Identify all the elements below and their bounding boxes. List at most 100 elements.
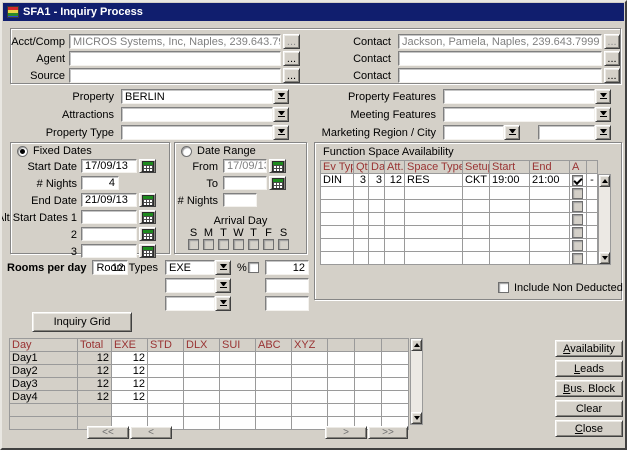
alt-start-1-calendar-button[interactable] xyxy=(139,210,156,224)
property-field[interactable]: BERLIN xyxy=(121,89,273,104)
percent-checkbox[interactable] xyxy=(248,262,259,273)
inquiry-grid-button[interactable]: Inquiry Grid xyxy=(32,312,132,332)
attractions-field[interactable] xyxy=(121,107,273,122)
include-non-deducted-checkbox[interactable] xyxy=(498,282,509,293)
from-calendar-button[interactable] xyxy=(269,159,286,173)
alt-start-3-calendar-button[interactable] xyxy=(139,244,156,258)
marketing-region-field[interactable] xyxy=(443,125,504,140)
room-type-3-dropdown-button[interactable] xyxy=(215,296,231,311)
agent-field[interactable] xyxy=(69,51,281,66)
arrival-day-checkbox-fri[interactable] xyxy=(263,239,274,250)
contact2-field[interactable] xyxy=(398,51,602,66)
day-cell[interactable]: 3 xyxy=(369,174,385,187)
start-date-calendar-button[interactable] xyxy=(139,159,156,173)
end-cell[interactable]: 21:00 xyxy=(530,174,570,187)
acct-comp-lookup-button[interactable]: ... xyxy=(283,34,300,49)
property-dropdown-button[interactable] xyxy=(273,89,289,104)
meeting-features-label: Meeting Features xyxy=(350,109,436,121)
room-count-3-field[interactable] xyxy=(265,296,309,311)
calendar-icon xyxy=(142,212,154,223)
room-type-3-field[interactable] xyxy=(165,296,215,311)
property-features-field[interactable] xyxy=(443,89,595,104)
room-type-1-field[interactable]: EXE xyxy=(165,260,215,275)
agent-lookup-button[interactable]: ... xyxy=(283,51,300,66)
pager-first-button[interactable]: << xyxy=(87,426,129,439)
room-count-2-field[interactable] xyxy=(265,278,309,293)
scroll-down-button[interactable] xyxy=(599,252,610,264)
exe-cell[interactable]: 12 xyxy=(112,352,148,365)
arrival-day-checkbox-mon[interactable] xyxy=(203,239,214,250)
meeting-features-field[interactable] xyxy=(443,107,595,122)
start-cell[interactable]: 19:00 xyxy=(490,174,530,187)
property-type-field[interactable] xyxy=(121,125,273,140)
alt-start-3-field[interactable] xyxy=(81,244,137,258)
to-field[interactable] xyxy=(223,176,267,190)
alt-start-1-field[interactable] xyxy=(81,210,137,224)
room-type-2-dropdown-button[interactable] xyxy=(215,278,231,293)
scroll-down-button[interactable] xyxy=(411,412,422,424)
ev-type-cell[interactable]: DIN xyxy=(321,174,354,187)
contact1-field[interactable]: Jackson, Pamela, Naples, 239.643.7999 xyxy=(398,34,602,49)
alt-start-2-calendar-button[interactable] xyxy=(139,227,156,241)
deduct-checkbox xyxy=(572,214,583,225)
pager-prev-button[interactable]: < xyxy=(130,426,172,439)
exe-cell[interactable]: 12 xyxy=(112,378,148,391)
marketing-city-dropdown-button[interactable] xyxy=(595,125,611,140)
source-lookup-button[interactable]: ... xyxy=(283,68,300,83)
marketing-region-dropdown-button[interactable] xyxy=(504,125,520,140)
alt-start-2-field[interactable] xyxy=(81,227,137,241)
availability-button[interactable]: Availability xyxy=(555,340,623,357)
range-nights-field[interactable] xyxy=(223,193,257,207)
bus-block-button[interactable]: Bus. Block xyxy=(555,380,623,397)
contact1-lookup-button[interactable]: ... xyxy=(604,34,620,49)
title-bar[interactable]: SFA1 - Inquiry Process xyxy=(3,3,624,21)
fixed-dates-title: Fixed Dates xyxy=(33,145,92,157)
arrival-day-checkbox-sun[interactable] xyxy=(188,239,199,250)
deduct-checkbox[interactable] xyxy=(572,175,583,186)
exe-cell[interactable]: 12 xyxy=(112,365,148,378)
clear-button[interactable]: Clear xyxy=(555,400,623,417)
pager-last-button[interactable]: >> xyxy=(368,426,408,439)
date-range-title: Date Range xyxy=(197,145,256,157)
start-date-field[interactable]: 17/09/13 xyxy=(81,159,137,173)
scroll-up-button[interactable] xyxy=(411,339,422,351)
meeting-features-dropdown-button[interactable] xyxy=(595,107,611,122)
function-space-scrollbar[interactable] xyxy=(598,174,611,265)
arrival-day-checkbox-tue[interactable] xyxy=(218,239,229,250)
scroll-up-button[interactable] xyxy=(599,175,610,187)
property-features-dropdown-button[interactable] xyxy=(595,89,611,104)
end-date-field[interactable]: 21/09/13 xyxy=(81,193,137,207)
space-type-cell[interactable]: RES xyxy=(405,174,463,187)
source-field[interactable] xyxy=(69,68,281,83)
property-type-dropdown-button[interactable] xyxy=(273,125,289,140)
att-cell[interactable]: 12 xyxy=(385,174,405,187)
inquiry-grid-scrollbar[interactable] xyxy=(410,338,423,425)
setup-cell[interactable]: CKT xyxy=(463,174,490,187)
arrival-day-checkbox-thu[interactable] xyxy=(248,239,259,250)
room-count-1-field[interactable]: 12 xyxy=(265,260,309,275)
pager-next-button[interactable]: > xyxy=(325,426,367,439)
contact3-lookup-button[interactable]: ... xyxy=(604,68,620,83)
attractions-dropdown-button[interactable] xyxy=(273,107,289,122)
property-type-label: Property Type xyxy=(46,127,114,139)
exe-cell[interactable]: 12 xyxy=(112,391,148,404)
leads-button[interactable]: Leads xyxy=(555,360,623,377)
arrival-day-checkbox-sat[interactable] xyxy=(278,239,289,250)
qty-cell[interactable]: 3 xyxy=(354,174,369,187)
contact2-lookup-button[interactable]: ... xyxy=(604,51,620,66)
contact3-field[interactable] xyxy=(398,68,602,83)
acct-comp-field[interactable]: MICROS Systems, Inc, Naples, 239.643.799… xyxy=(69,34,281,49)
arrival-day-checkbox-wed[interactable] xyxy=(233,239,244,250)
close-button[interactable]: Close xyxy=(555,420,623,437)
room-type-1-dropdown-button[interactable] xyxy=(215,260,231,275)
day-cell: Day3 xyxy=(10,378,78,391)
end-date-calendar-button[interactable] xyxy=(139,193,156,207)
arrival-day-title: Arrival Day xyxy=(175,215,306,227)
nights-field[interactable]: 4 xyxy=(81,176,119,190)
marketing-city-field[interactable] xyxy=(538,125,595,140)
room-type-2-field[interactable] xyxy=(165,278,215,293)
to-calendar-button[interactable] xyxy=(269,176,286,190)
date-range-radio[interactable] xyxy=(181,146,192,157)
fixed-dates-radio[interactable] xyxy=(17,146,28,157)
from-field[interactable]: 17/09/13 xyxy=(223,159,267,173)
